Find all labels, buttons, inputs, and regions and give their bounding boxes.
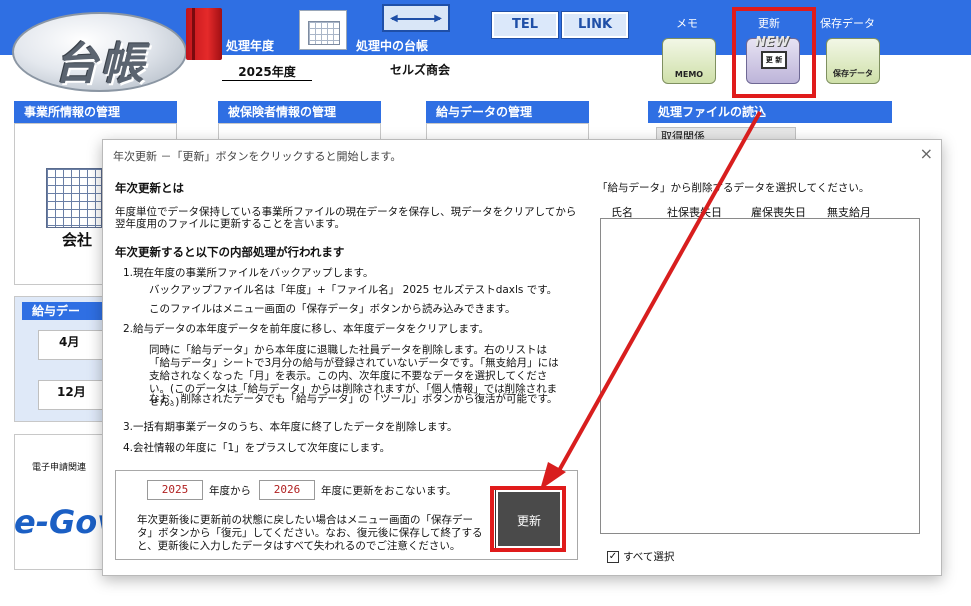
- close-icon[interactable]: ×: [920, 144, 933, 163]
- december-box[interactable]: 12月: [38, 380, 108, 410]
- step-3: 3.一括有期事業データのうち、本年度に終了したデータを削除します。: [123, 421, 458, 433]
- app-logo-text: 台帳: [54, 39, 146, 90]
- to-year-input[interactable]: 2026: [259, 480, 315, 500]
- step-2-detail-2: なお、削除されたデータでも「給与データ」の「ツール」ボタンから復活が可能です。: [149, 393, 558, 405]
- step-4: 4.会社情報の年度に「1」をプラスして次年度にします。: [123, 442, 391, 454]
- what-line-2: 翌年度用のファイルに更新することを言います。: [115, 218, 345, 230]
- office-section-tab[interactable]: 事業所情報の管理: [14, 101, 177, 123]
- what-heading: 年次更新とは: [115, 181, 184, 195]
- e-filing-panel: [14, 434, 114, 570]
- update-highlight-frame: [732, 7, 816, 98]
- annual-update-dialog: 年次更新 －「更新」ボタンをクリックすると開始します。 × 年次更新とは 年度単…: [102, 139, 942, 576]
- select-all-checkbox[interactable]: ✓: [607, 551, 619, 563]
- calendar-icon[interactable]: [299, 10, 347, 50]
- fiscal-year-value: 2025年度: [222, 63, 312, 81]
- salary-data-tab[interactable]: 給与デー: [22, 302, 106, 320]
- app-logo: 台帳: [12, 12, 187, 92]
- from-year-input[interactable]: 2025: [147, 480, 203, 500]
- to-year-suffix: 年度に更新をおこないます。: [321, 485, 457, 497]
- ledger-book-icon: [186, 8, 222, 60]
- files-section-tab[interactable]: 処理ファイルの読込: [648, 101, 892, 123]
- company-building-icon[interactable]: [46, 168, 102, 228]
- salary-section-tab[interactable]: 給与データの管理: [426, 101, 589, 123]
- step-1: 1.現在年度の事業所ファイルをバックアップします。: [123, 267, 374, 279]
- april-box[interactable]: 4月: [38, 330, 108, 360]
- december-label: 12月: [57, 385, 86, 399]
- process-heading: 年次更新すると以下の内部処理が行われます: [115, 245, 345, 259]
- step-2: 2.給与データの本年度データを前年度に移し、本年度データをクリアします。: [123, 323, 489, 335]
- link-button[interactable]: LINK: [561, 11, 629, 39]
- from-year-suffix: 年度から: [209, 485, 251, 497]
- tel-button[interactable]: TEL: [491, 11, 559, 39]
- step-1-detail-2: このファイルはメニュー画面の「保存データ」ボタンから読み込みできます。: [149, 303, 516, 315]
- step-1-detail-1: バックアップファイル名は「年度」+「ファイル名」 2025 セルズテストdaxl…: [149, 284, 558, 296]
- switch-arrows-icon[interactable]: ◀ ▶: [382, 4, 450, 32]
- memo-label: メモ: [676, 17, 698, 30]
- saved-data-label: 保存データ: [820, 17, 875, 30]
- e-filing-label: 電子申請関連: [32, 463, 87, 473]
- saved-data-caption: 保存データ: [833, 69, 873, 78]
- current-ledger-value: セルズ商会: [370, 61, 470, 78]
- update-button-highlight: [490, 486, 566, 552]
- april-label: 4月: [59, 335, 80, 349]
- select-all-label: すべて選択: [623, 551, 675, 563]
- company-caption: 会社: [62, 231, 93, 249]
- dialog-title: 年次更新 －「更新」ボタンをクリックすると開始します。: [113, 150, 402, 163]
- list-instruction: 「給与データ」から削除するデータを選択してください。: [597, 182, 870, 194]
- restore-note: 年次更新後に更新前の状態に戻したい場合はメニュー画面の「保存データ」ボタンから「…: [137, 514, 483, 552]
- fiscal-year-label: 処理年度: [226, 39, 275, 53]
- insured-section-tab[interactable]: 被保険者情報の管理: [218, 101, 381, 123]
- saved-data-button[interactable]: 保存データ: [826, 38, 880, 84]
- current-ledger-label: 処理中の台帳: [356, 39, 429, 53]
- memo-caption: MEMO: [674, 70, 704, 79]
- memo-button[interactable]: MEMO: [662, 38, 716, 84]
- deletion-list[interactable]: [600, 218, 920, 534]
